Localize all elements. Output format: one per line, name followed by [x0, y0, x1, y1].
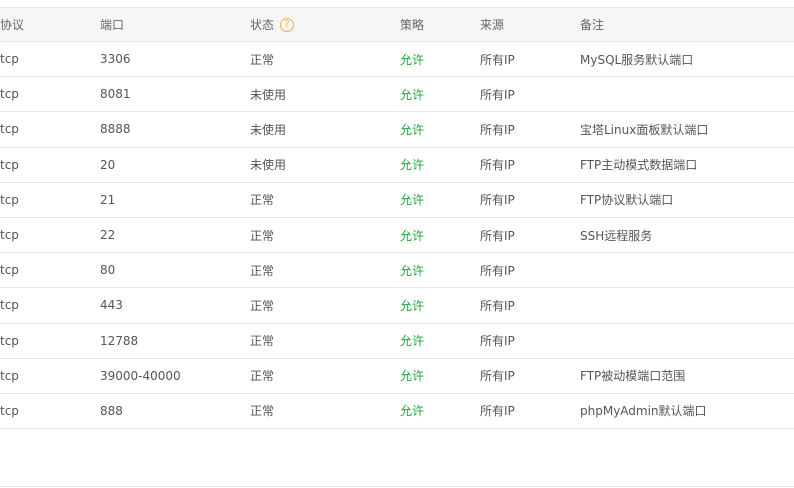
- cell-status: 未使用: [250, 158, 287, 173]
- cell-status: 正常: [250, 404, 275, 419]
- cell-port: 21: [100, 192, 116, 207]
- table-row: tcp 20 未使用 允许 所有IP FTP主动模式数据端口: [0, 148, 794, 183]
- cell-policy: 允许: [400, 228, 425, 243]
- header-protocol: 协议: [0, 18, 25, 32]
- cell-port: 80: [100, 263, 116, 278]
- cell-source: 所有IP: [480, 122, 515, 137]
- cell-remark: SSH远程服务: [580, 228, 653, 243]
- cell-policy: 允许: [400, 334, 425, 349]
- cell-protocol: tcp: [0, 368, 19, 383]
- cell-port: 8888: [100, 122, 131, 137]
- cell-remark: MySQL服务默认端口: [580, 52, 694, 67]
- cell-port: 443: [100, 298, 123, 313]
- cell-protocol: tcp: [0, 333, 19, 348]
- cell-source: 所有IP: [480, 334, 515, 349]
- cell-source: 所有IP: [480, 298, 515, 313]
- firewall-rules-table: 协议 端口 状态 ? 策略 来源 备注 tcp 3306 正常 允许 所有IP …: [0, 7, 794, 430]
- cell-status: 正常: [250, 334, 275, 349]
- cell-protocol: tcp: [0, 263, 19, 278]
- table-row: tcp 22 正常 允许 所有IP SSH远程服务: [0, 218, 794, 254]
- cell-port: 12788: [100, 333, 139, 348]
- cell-remark: FTP被动模端口范围: [580, 369, 686, 384]
- table-footer-divider: [0, 486, 794, 487]
- cell-status: 正常: [250, 263, 275, 278]
- table-row: tcp 39000-40000 正常 允许 所有IP FTP被动模端口范围: [0, 359, 794, 394]
- table-row: tcp 21 正常 允许 所有IP FTP协议默认端口: [0, 183, 794, 218]
- cell-port: 888: [100, 403, 123, 418]
- cell-protocol: tcp: [0, 87, 19, 102]
- header-source: 来源: [480, 18, 505, 32]
- cell-status: 正常: [250, 52, 275, 67]
- cell-port: 39000-40000: [100, 368, 181, 383]
- cell-source: 所有IP: [480, 228, 515, 243]
- table-row: tcp 8888 未使用 允许 所有IP 宝塔Linux面板默认端口: [0, 112, 794, 148]
- header-status: 状态 ?: [250, 8, 295, 41]
- cell-protocol: tcp: [0, 192, 19, 207]
- cell-policy: 允许: [400, 122, 425, 137]
- cell-policy: 允许: [400, 263, 425, 278]
- cell-port: 22: [100, 228, 116, 243]
- cell-port: 3306: [100, 52, 131, 67]
- cell-remark: phpMyAdmin默认端口: [580, 404, 707, 419]
- cell-source: 所有IP: [480, 193, 515, 208]
- cell-status: 正常: [250, 369, 275, 384]
- cell-port: 8081: [100, 87, 131, 102]
- cell-status: 正常: [250, 193, 275, 208]
- header-status-label: 状态: [250, 18, 275, 32]
- cell-policy: 允许: [400, 87, 425, 102]
- cell-policy: 允许: [400, 404, 425, 419]
- cell-protocol: tcp: [0, 52, 19, 67]
- cell-remark: FTP协议默认端口: [580, 193, 674, 208]
- cell-protocol: tcp: [0, 122, 19, 137]
- cell-status: 未使用: [250, 87, 287, 102]
- cell-source: 所有IP: [480, 87, 515, 102]
- cell-policy: 允许: [400, 158, 425, 173]
- table-row: tcp 888 正常 允许 所有IP phpMyAdmin默认端口: [0, 394, 794, 430]
- cell-policy: 允许: [400, 298, 425, 313]
- cell-source: 所有IP: [480, 404, 515, 419]
- cell-policy: 允许: [400, 369, 425, 384]
- table-row: tcp 3306 正常 允许 所有IP MySQL服务默认端口: [0, 42, 794, 78]
- cell-source: 所有IP: [480, 158, 515, 173]
- cell-status: 正常: [250, 228, 275, 243]
- header-policy: 策略: [400, 18, 425, 32]
- question-circle-icon[interactable]: ?: [280, 17, 295, 32]
- cell-remark: 宝塔Linux面板默认端口: [580, 122, 709, 137]
- table-row: tcp 80 正常 允许 所有IP: [0, 253, 794, 289]
- cell-source: 所有IP: [480, 263, 515, 278]
- table-row: tcp 12788 正常 允许 所有IP: [0, 324, 794, 359]
- table-header-row: 协议 端口 状态 ? 策略 来源 备注: [0, 7, 794, 42]
- cell-remark: FTP主动模式数据端口: [580, 158, 698, 173]
- cell-policy: 允许: [400, 52, 425, 67]
- cell-policy: 允许: [400, 193, 425, 208]
- table-row: tcp 8081 未使用 允许 所有IP: [0, 77, 794, 113]
- cell-port: 20: [100, 157, 116, 172]
- cell-source: 所有IP: [480, 369, 515, 384]
- table-body: tcp 3306 正常 允许 所有IP MySQL服务默认端口 tcp 8081…: [0, 42, 794, 430]
- cell-protocol: tcp: [0, 298, 19, 313]
- cell-protocol: tcp: [0, 157, 19, 172]
- table-row: tcp 443 正常 允许 所有IP: [0, 288, 794, 324]
- header-remark: 备注: [580, 18, 605, 32]
- cell-protocol: tcp: [0, 403, 19, 418]
- cell-status: 未使用: [250, 122, 287, 137]
- header-port: 端口: [100, 18, 125, 32]
- cell-protocol: tcp: [0, 228, 19, 243]
- cell-source: 所有IP: [480, 52, 515, 67]
- cell-status: 正常: [250, 298, 275, 313]
